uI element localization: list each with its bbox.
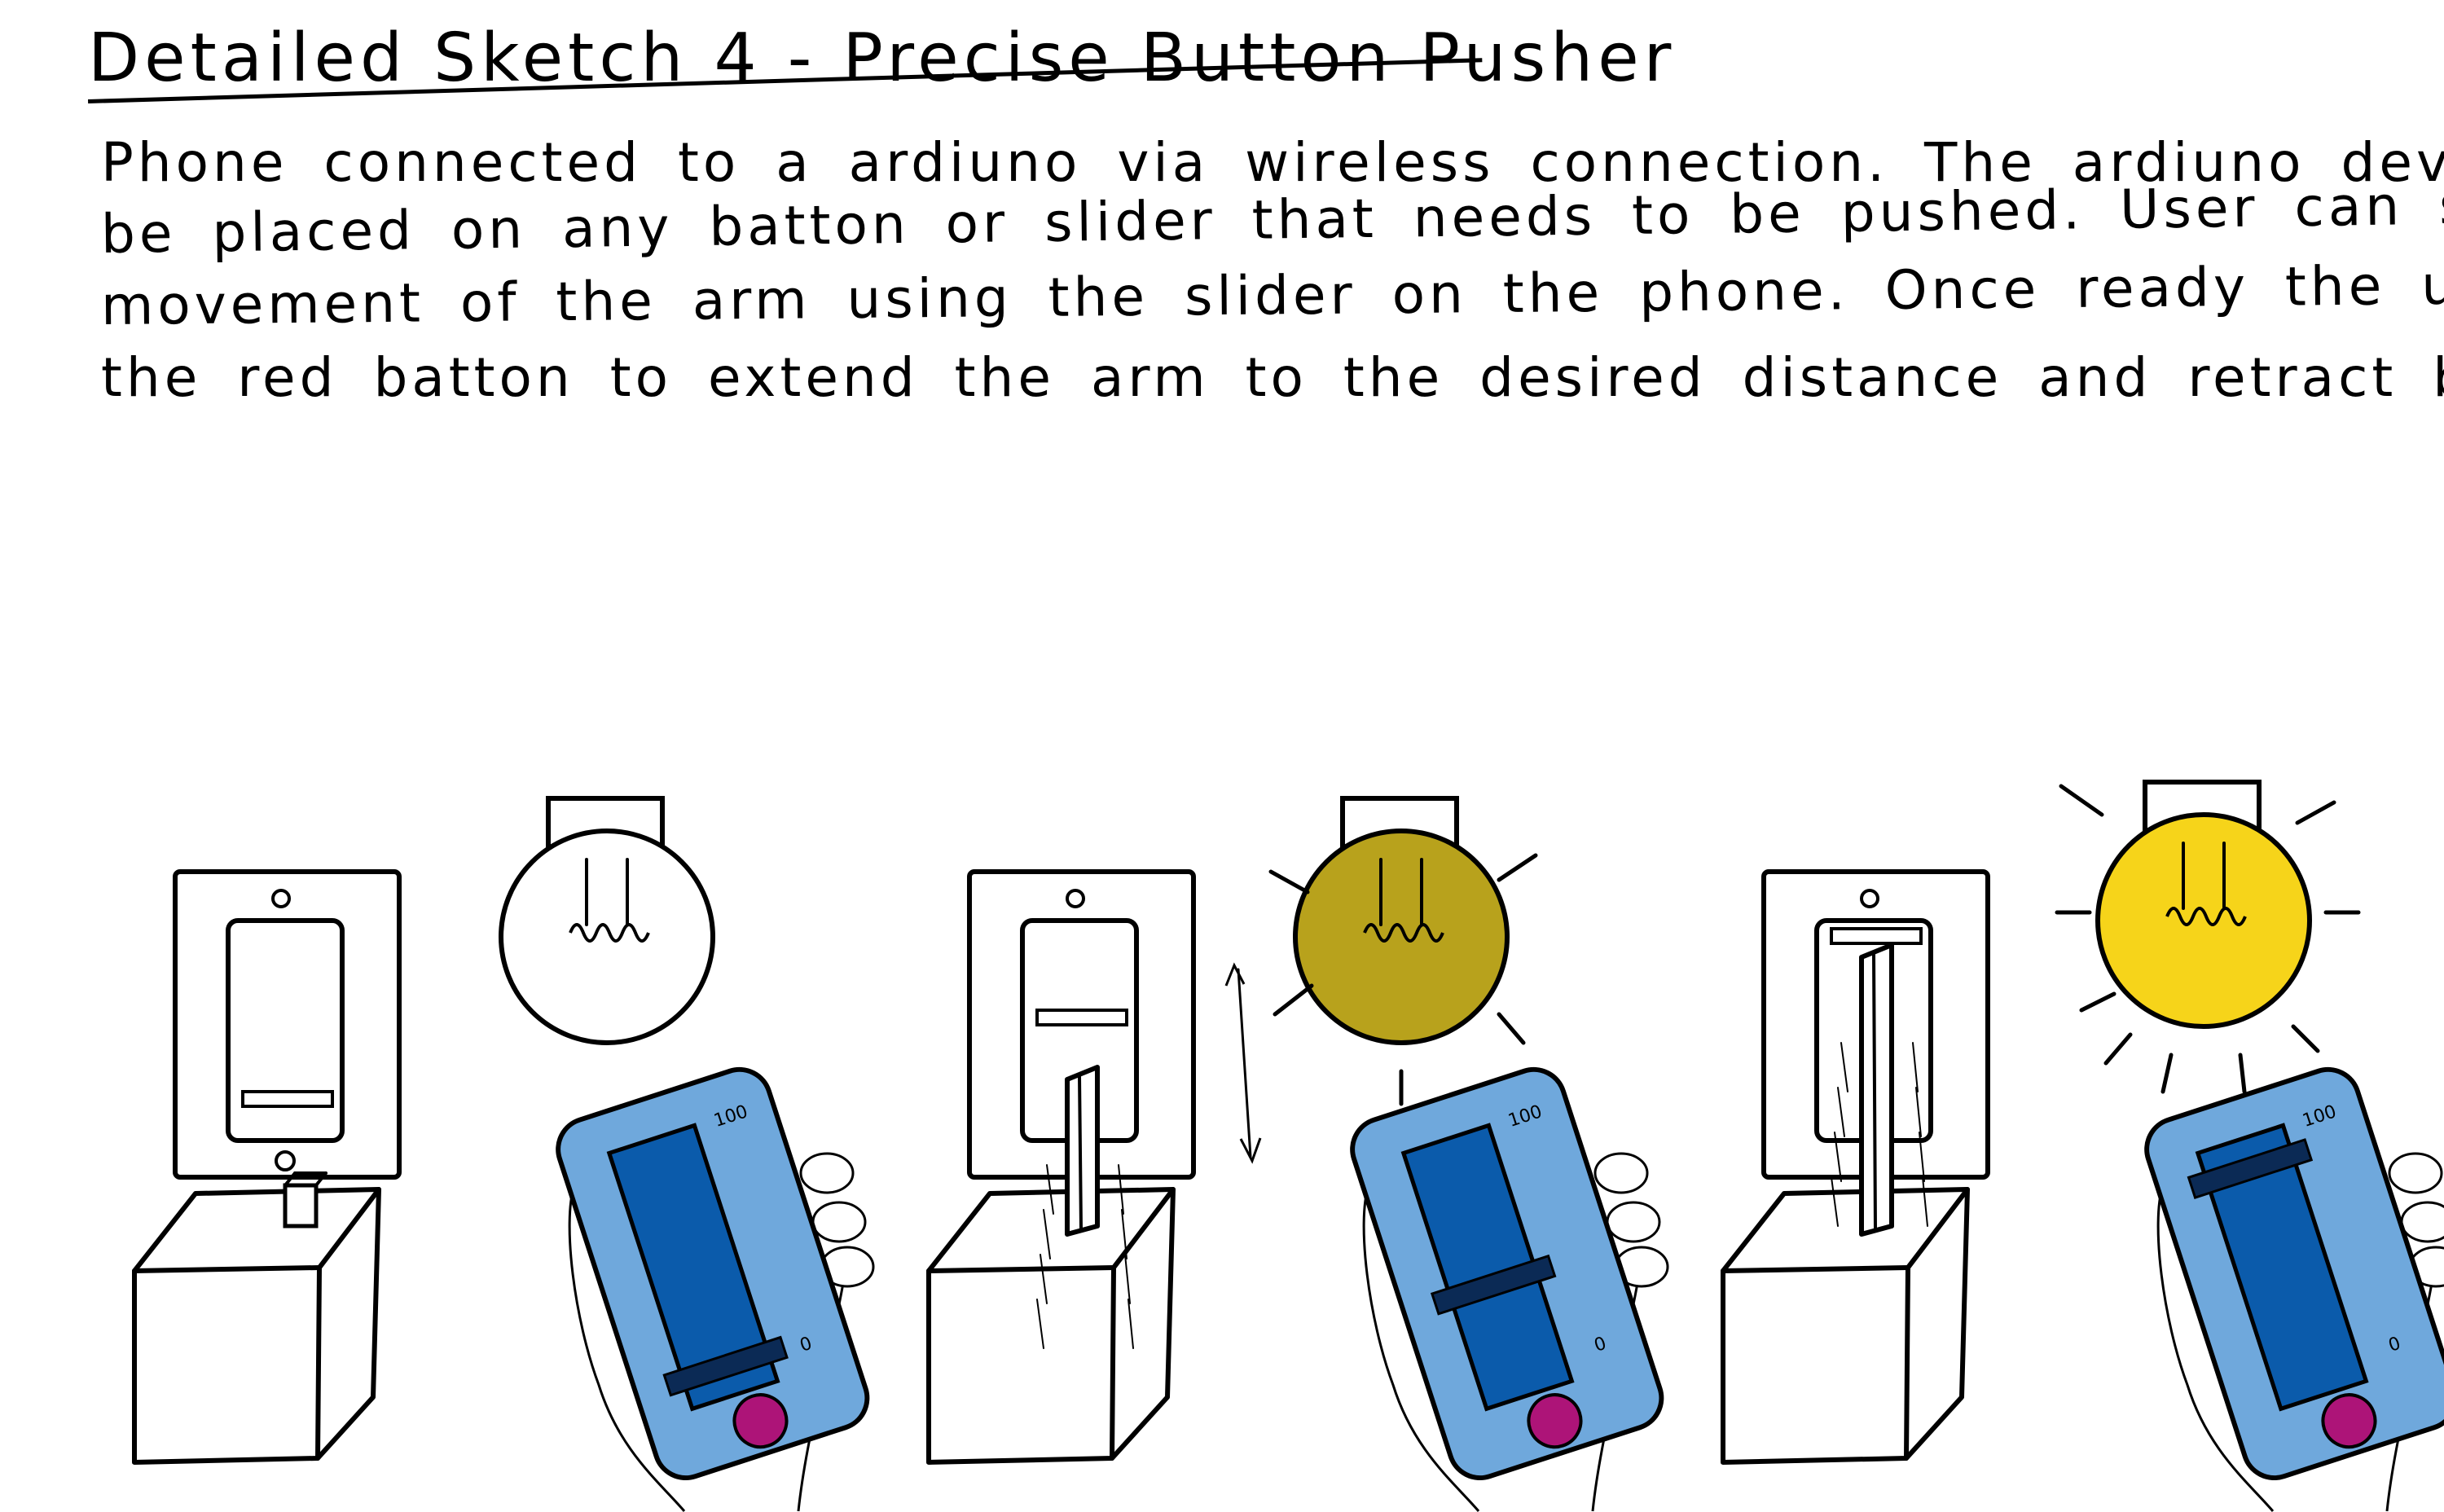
sketch-drawing: 1000 1000 1000: [132, 780, 2444, 1512]
switch-slot: [241, 1090, 334, 1108]
finger-2: [2400, 1201, 2444, 1243]
finger-1: [799, 1152, 855, 1194]
finger-1: [1593, 1152, 1649, 1194]
extend-arrow-head-up: [1224, 962, 1246, 987]
cube-edge-front: [1904, 1265, 1910, 1461]
glow-ray-2: [1497, 853, 1538, 882]
switch-slot: [1035, 1009, 1128, 1026]
cube-edge-front: [1110, 1265, 1116, 1461]
finger-1: [2388, 1152, 2443, 1194]
cube-edge-top: [926, 1265, 1116, 1273]
bulb-glass: [2095, 812, 2312, 1029]
plate-screw-top: [1860, 889, 1879, 908]
finger-2: [1606, 1201, 1661, 1243]
pusher-arm-ridge: [1872, 952, 1877, 1232]
switch-slot: [1830, 927, 1923, 945]
glow-ray-6: [2103, 1032, 2133, 1066]
glow-ray-3: [1273, 983, 1314, 1017]
finger-2: [811, 1201, 867, 1243]
pusher-arm-ridge: [1078, 1074, 1083, 1232]
phone: 1000: [556, 1066, 870, 1481]
glow-ray-9: [2291, 1024, 2320, 1053]
device-cube: [926, 1187, 1176, 1465]
sketch-page: Detailed Sketch 4 - Precise Button Pushe…: [0, 0, 2444, 1512]
glow-ray-8: [2238, 1053, 2247, 1094]
device-cube: [1721, 1187, 1970, 1465]
cube-edge-front: [315, 1265, 322, 1461]
glow-ray-2: [2295, 800, 2336, 825]
sketch-panel-1: 1000: [132, 796, 875, 1512]
glow-ray-4: [1497, 1012, 1526, 1045]
sketch-panel-2: 1000: [926, 796, 1669, 1512]
glow-ray-7: [2160, 1053, 2174, 1094]
bulb-glass: [499, 829, 715, 1045]
cube-edge-top: [1721, 1265, 1910, 1273]
glow-ray-5: [2079, 991, 2117, 1013]
glow-ray-1: [1268, 869, 1310, 894]
pusher-arm-retracted: [283, 1183, 319, 1228]
phone: 1000: [2144, 1066, 2444, 1481]
phone: 1000: [1350, 1066, 1664, 1481]
plate-screw-bottom: [275, 1150, 296, 1171]
device-cube: [132, 1187, 381, 1465]
plate-screw-top: [1066, 889, 1085, 908]
glow-ray-1: [2059, 784, 2104, 817]
plate-screw-top: [271, 889, 291, 908]
sketch-area: 100 0 100 0 100 0: [0, 0, 2444, 1512]
sketch-panel-3: 1000: [1721, 780, 2444, 1512]
bulb-glass: [1293, 829, 1510, 1045]
cube-edge-top: [132, 1265, 322, 1273]
extend-arrow-shaft: [1237, 968, 1252, 1158]
